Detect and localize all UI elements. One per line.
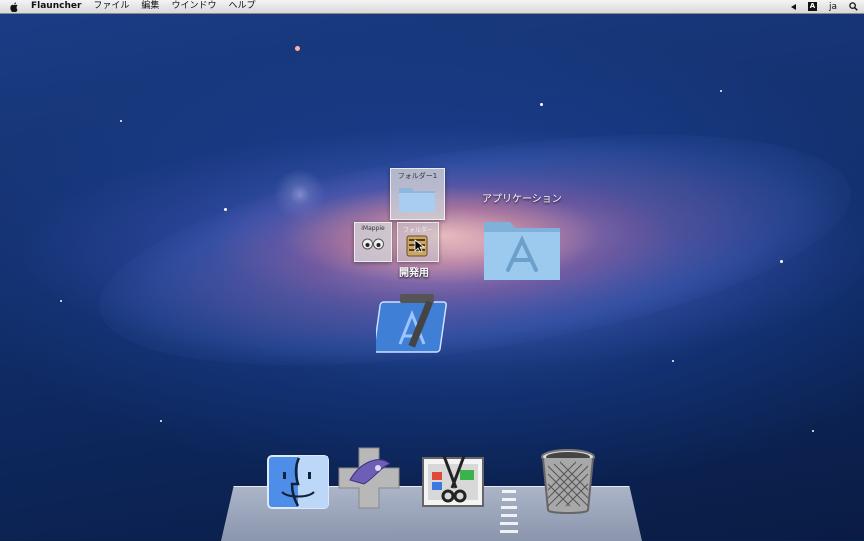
star [780, 260, 783, 263]
dock-screenshot-tool-icon[interactable] [420, 452, 486, 512]
galaxy-band [84, 91, 864, 409]
star [60, 300, 62, 302]
folder-1-label: フォルダー1 [397, 172, 438, 180]
dock-game-controller-icon[interactable] [338, 446, 400, 510]
mouse-cursor-icon [414, 239, 426, 253]
applications-folder-icon[interactable] [482, 214, 562, 282]
volume-icon[interactable] [790, 3, 796, 10]
apple-menu-icon[interactable] [10, 2, 19, 12]
star [295, 46, 300, 51]
star [120, 120, 122, 122]
dock-finder-icon[interactable] [266, 454, 330, 510]
imappie-tile[interactable]: iMappie [354, 222, 392, 262]
star [540, 103, 543, 106]
menu-extras: A ja [779, 0, 858, 13]
menu-edit[interactable]: 編集 [141, 0, 159, 13]
star [812, 430, 814, 432]
xcode-app-icon[interactable] [376, 292, 456, 356]
imappie-app-icon [362, 238, 384, 250]
folder-icon [399, 188, 435, 212]
star [720, 90, 722, 92]
input-method-indicator[interactable]: A [807, 2, 817, 11]
star [224, 208, 227, 211]
dock-separator[interactable] [498, 488, 520, 540]
applications-label: アプリケーション [482, 194, 562, 205]
star [160, 420, 162, 422]
menu-app-name[interactable]: Flauncher [31, 0, 81, 13]
dock-trash-icon[interactable] [540, 448, 596, 518]
menu-help[interactable]: ヘルプ [228, 0, 255, 13]
folder-1-tile[interactable]: フォルダー1 [390, 168, 445, 220]
imappie-label: iMappie [361, 225, 385, 232]
folder-2-tile[interactable]: フォルダー [397, 222, 439, 262]
dev-group-label: 開発用 [399, 268, 429, 279]
menu-bar: Flauncher ファイル 編集 ウインドウ ヘルプ A ja [0, 0, 864, 14]
language-indicator[interactable]: ja [829, 2, 837, 12]
star [672, 360, 674, 362]
spotlight-search-icon[interactable] [849, 2, 858, 11]
menu-file[interactable]: ファイル [93, 0, 129, 13]
menu-window[interactable]: ウインドウ [171, 0, 216, 13]
